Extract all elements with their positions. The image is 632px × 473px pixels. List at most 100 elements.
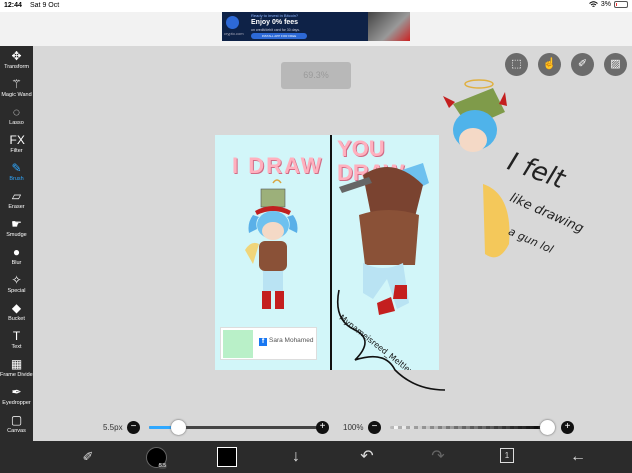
back-button[interactable]: ←	[567, 446, 589, 468]
gallery-button[interactable]: ▨	[604, 53, 627, 76]
wifi-icon	[589, 1, 598, 7]
ad-cta-button[interactable]: INSTALL APP FOR FREE	[251, 33, 307, 39]
ad-banner[interactable]: crypto.com Ready to invest in Bitcoin? E…	[222, 12, 410, 41]
layers-button[interactable]: 1	[500, 448, 514, 463]
ad-line2: Enjoy 0% fees	[251, 19, 299, 26]
opacity-increase-button[interactable]: +	[561, 421, 574, 434]
overflow-character-drawing	[443, 79, 510, 258]
opacity-slider[interactable]	[390, 426, 550, 429]
redo-icon: ↷	[431, 448, 445, 465]
battery-percent: 3%	[600, 1, 611, 8]
brush-size-decrease-button[interactable]: −	[127, 421, 140, 434]
workspace[interactable]: 69.3% ⬚ ☝ ✐ ▨ I DRAW YOU DRAW	[33, 46, 632, 441]
sparkle-brush-icon: ✐	[82, 449, 94, 464]
facebook-icon: f	[259, 338, 267, 346]
tool-label: Frame Divider	[0, 372, 35, 378]
brush-preview-button[interactable]: 5.5	[146, 447, 167, 469]
bottom-toolbar: ✐ 5.5 ↓ ↶ ↷ 1 ←	[0, 441, 632, 473]
credit-card: f Sara Mohamed	[220, 327, 317, 360]
ruler-button[interactable]: ✐	[571, 53, 594, 76]
frame-divider-icon: ▦	[10, 357, 23, 371]
note-line3: a gun lol	[506, 224, 556, 257]
brush-size-value: 5.5px	[103, 423, 123, 432]
smudge-icon: ☛	[11, 217, 22, 231]
lasso-icon: ◌	[12, 105, 21, 119]
download-button[interactable]: ↓	[285, 446, 307, 468]
tool-bucket[interactable]: ◆ Bucket	[0, 298, 33, 326]
tool-label: Text	[11, 344, 22, 350]
ad-line1: Ready to invest in Bitcoin?	[251, 13, 299, 18]
undo-icon: ↶	[360, 448, 374, 465]
blur-drop-icon: ●	[12, 245, 21, 259]
opacity-gradient	[390, 426, 550, 429]
brush-size-knob[interactable]	[170, 420, 186, 435]
layers-icon: 1	[504, 451, 510, 460]
tool-label: Bucket	[8, 316, 25, 322]
left-character-drawing	[245, 179, 298, 309]
tool-label: Magic Wand	[1, 92, 32, 98]
tool-sidebar: ✥ Transform ⚚ Magic Wand ◌ Lasso FX Filter ✎ Brus…	[0, 46, 35, 441]
tool-label: Blur	[11, 260, 22, 266]
magic-wand-icon: ⚚	[11, 77, 22, 91]
selection-button[interactable]: ⬚	[505, 53, 528, 76]
tool-lasso[interactable]: ◌ Lasso	[0, 102, 33, 130]
ad-photo	[368, 12, 410, 41]
tool-eraser[interactable]: ▱ Eraser	[0, 186, 33, 214]
arrow-left-icon: ←	[570, 448, 586, 465]
bucket-icon: ◆	[11, 301, 22, 315]
tool-label: Transform	[4, 64, 29, 70]
brush-size-badge: 5.5	[158, 463, 167, 469]
status-bar: 12:44 Sat 9 Oct 3%	[0, 0, 632, 12]
special-wand-icon: ✧	[11, 273, 22, 287]
tool-label: Canvas	[7, 428, 26, 434]
battery-icon	[614, 1, 628, 8]
fx-icon: FX	[9, 133, 25, 147]
opacity-decrease-button[interactable]: −	[368, 421, 381, 434]
color-swatch-button[interactable]	[217, 447, 237, 467]
redo-button[interactable]: ↷	[427, 446, 449, 468]
arrow-down-icon: ↓	[292, 448, 300, 465]
status-date: Sat 9 Oct	[30, 2, 60, 9]
tool-filter[interactable]: FX Filter	[0, 130, 33, 158]
tool-label: Filter	[10, 148, 23, 154]
hand-icon: ☝	[542, 58, 557, 70]
ad-line3: on credit/debit card for 30 days.	[251, 28, 301, 32]
brush-icon: ✎	[11, 161, 22, 175]
tool-magic-wand[interactable]: ⚚ Magic Wand	[0, 74, 33, 102]
tool-brush[interactable]: ✎ Brush	[0, 158, 33, 186]
opacity-knob[interactable]	[540, 420, 555, 435]
tool-label: Brush	[9, 176, 24, 182]
gesture-button[interactable]: ☝	[538, 53, 561, 76]
canvas-icon: ▢	[10, 413, 23, 427]
brush-settings-button[interactable]: ✐	[77, 446, 99, 468]
eyedropper-icon: ✒	[11, 385, 22, 399]
tool-blur[interactable]: ● Blur	[0, 242, 33, 270]
status-time: 12:44	[4, 2, 22, 9]
tool-label: Special	[7, 288, 26, 294]
tool-transform[interactable]: ✥ Transform	[0, 46, 33, 74]
tool-special[interactable]: ✧ Special	[0, 270, 33, 298]
tool-frame-divider[interactable]: ▦ Frame Divider	[0, 354, 35, 382]
signature-scribble	[336, 289, 446, 391]
credit-avatar	[223, 330, 253, 358]
tool-label: Eyedropper	[2, 400, 31, 406]
credit-name: Sara Mohamed	[269, 337, 314, 344]
tool-smudge[interactable]: ☛ Smudge	[0, 214, 33, 242]
note-line1: I felt	[503, 146, 569, 196]
tool-canvas[interactable]: ▢ Canvas	[0, 410, 33, 438]
image-icon: ▨	[610, 58, 621, 70]
brush-size-increase-button[interactable]: +	[316, 421, 329, 434]
tool-label: Lasso	[9, 120, 24, 126]
dashed-select-icon: ⬚	[511, 58, 522, 70]
tool-eyedropper[interactable]: ✒ Eyedropper	[0, 382, 33, 410]
text-icon: T	[12, 329, 21, 343]
tool-text[interactable]: T Text	[0, 326, 33, 354]
tool-label: Eraser	[8, 204, 25, 210]
eraser-icon: ▱	[11, 189, 22, 203]
panel-divider	[330, 135, 332, 370]
move-icon: ✥	[11, 49, 22, 63]
crypto-logo-icon	[226, 16, 239, 29]
brush-settings-bar: 5.5px − + 100% − +	[33, 418, 632, 440]
top-band: crypto.com Ready to invest in Bitcoin? E…	[0, 12, 632, 46]
undo-button[interactable]: ↶	[356, 446, 378, 468]
